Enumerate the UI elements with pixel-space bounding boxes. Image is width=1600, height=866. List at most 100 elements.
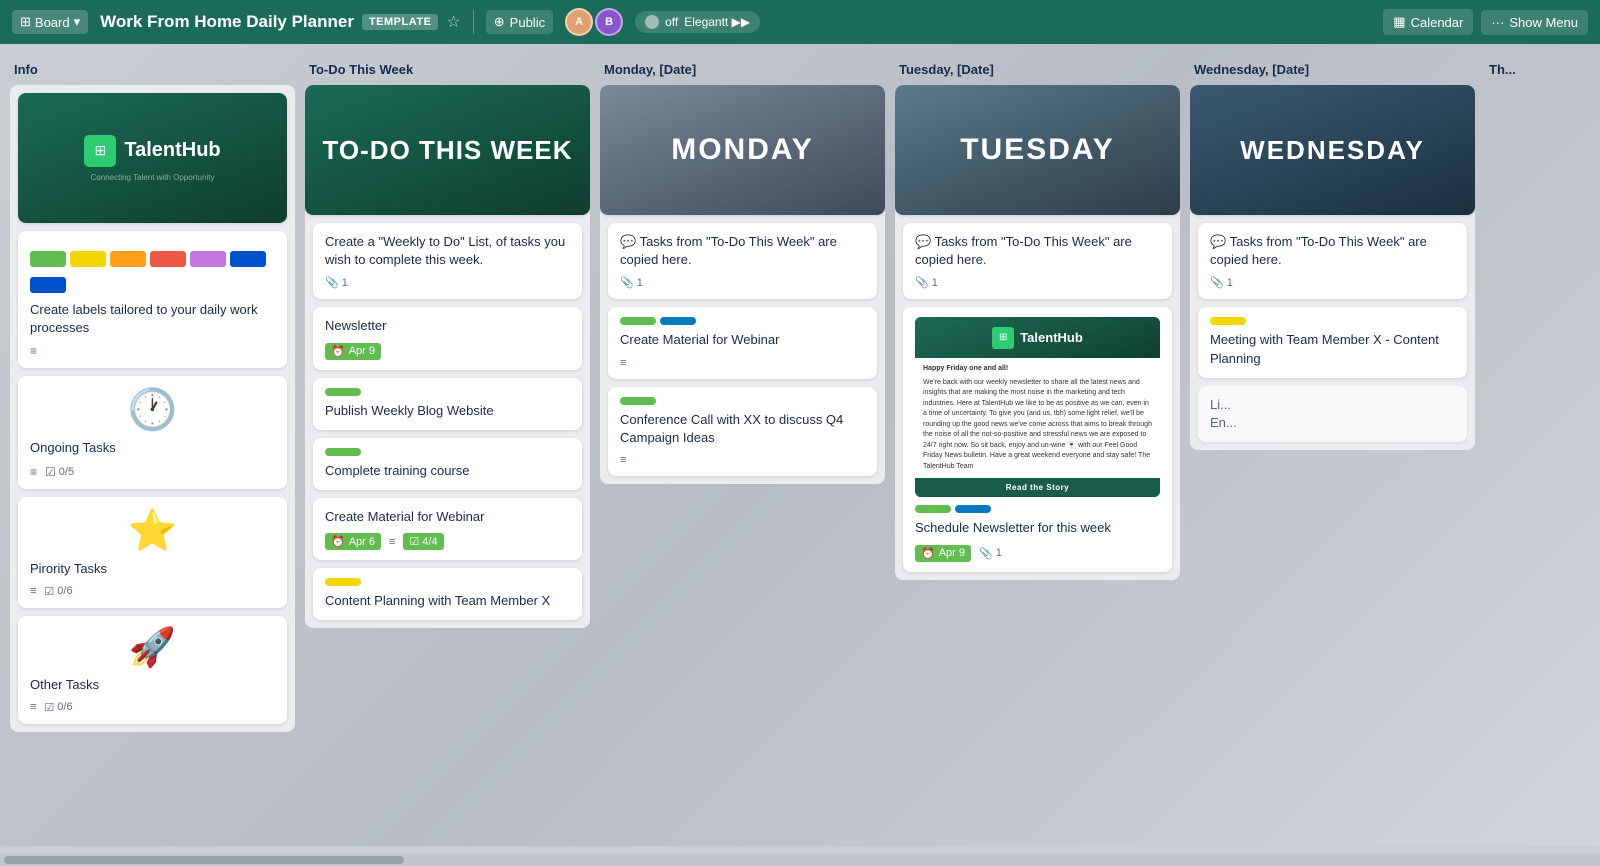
topnav-right: ▦ Calendar ··· Show Menu — [1383, 9, 1588, 35]
training-title: Complete training course — [325, 462, 570, 480]
ongoing-checklist-val: 0/5 — [59, 466, 74, 478]
ongoing-check-icon: ☑ 0/5 — [45, 465, 74, 479]
swatch-yellow — [70, 251, 106, 267]
card-conference-monday[interactable]: Conference Call with XX to discuss Q4 Ca… — [608, 387, 877, 476]
banner-wednesday-text: WEDNESDAY — [1240, 135, 1425, 166]
card-todo-instructions[interactable]: Create a "Weekly to Do" List, of tasks y… — [313, 223, 582, 299]
column-tuesday-cards: 💬 Tasks from "To-Do This Week" are copie… — [895, 215, 1180, 580]
label-green-newsletter — [915, 505, 951, 513]
public-icon: ⊕ — [494, 14, 505, 30]
newsletter-tuesday-clip-val: 1 — [996, 547, 1002, 559]
monday-clip-val: 1 — [637, 277, 643, 289]
card-meeting-wednesday[interactable]: Meeting with Team Member X - Content Pla… — [1198, 307, 1467, 377]
newsletter-footer: Read the Story — [915, 478, 1160, 497]
card-tuesday-banner[interactable]: TUESDAY — [895, 85, 1180, 215]
card-content-planning-todo[interactable]: Content Planning with Team Member X — [313, 568, 582, 620]
card-ongoing-tasks[interactable]: 🕐 Ongoing Tasks ≡ ☑ 0/5 — [18, 376, 287, 488]
card-wednesday-tasks-copied[interactable]: 💬 Tasks from "To-Do This Week" are copie… — [1198, 223, 1467, 299]
webinar-monday-labels — [620, 317, 865, 325]
newsletter-logo-text: TalentHub — [1020, 330, 1083, 345]
monday-copied-title: 💬 Tasks from "To-Do This Week" are copie… — [620, 233, 865, 269]
label-green-training — [325, 448, 361, 456]
toggle-dot — [645, 15, 659, 29]
calendar-button[interactable]: ▦ Calendar — [1383, 9, 1473, 35]
check-icon: ☑ — [409, 535, 419, 548]
card-wednesday-banner[interactable]: WEDNESDAY — [1190, 85, 1475, 215]
webinar-monday-list: ≡ — [620, 357, 626, 369]
other-icon: 🚀 — [30, 626, 275, 670]
show-menu-button[interactable]: ··· Show Menu — [1481, 10, 1588, 35]
card-other-tasks[interactable]: 🚀 Other Tasks ≡ ☑ 0/6 — [18, 616, 287, 724]
public-button[interactable]: ⊕ Public — [486, 10, 553, 34]
label-blue-newsletter — [955, 505, 991, 513]
webinar-check-val: 4/4 — [422, 536, 437, 548]
labels-meta-list: ≡ — [30, 344, 37, 358]
card-monday-tasks-copied[interactable]: 💬 Tasks from "To-Do This Week" are copie… — [608, 223, 877, 299]
divider — [473, 10, 474, 34]
scrollbar-thumb[interactable] — [4, 856, 404, 864]
column-tuesday-body: TUESDAY 💬 Tasks from "To-Do This Week" a… — [895, 85, 1180, 580]
card-priority-tasks[interactable]: ⭐ Pirority Tasks ≡ ☑ 0/6 — [18, 497, 287, 608]
newsletter-body: Happy Friday one and all! We're back wit… — [915, 358, 1160, 478]
color-swatches — [30, 251, 275, 267]
webinar-monday-meta: ≡ — [620, 357, 865, 369]
other-checklist-val: 0/6 — [57, 701, 72, 713]
other-check: ☑ 0/6 — [44, 701, 72, 714]
board-title: Work From Home Daily Planner — [100, 12, 354, 32]
webinar-date: ⏰ Apr 6 — [325, 533, 381, 550]
board-area: Info ⊞ TalentHub Connecting Talent with … — [0, 44, 1600, 846]
other-list-icon: ≡ — [30, 701, 36, 713]
card-monday-banner[interactable]: MONDAY — [600, 85, 885, 215]
priority-list-icon: ≡ — [30, 585, 36, 597]
list-icon: ≡ — [30, 344, 37, 358]
newsletter-date-val: Apr 9 — [349, 345, 375, 357]
content-planning-labels — [325, 578, 570, 586]
card-talenthub-logo[interactable]: ⊞ TalentHub Connecting Talent with Oppor… — [18, 93, 287, 223]
card-tuesday-tasks-copied[interactable]: 💬 Tasks from "To-Do This Week" are copie… — [903, 223, 1172, 299]
card-todo-banner[interactable]: TO-DO THIS WEEK — [305, 85, 590, 215]
webinar-date-val: Apr 6 — [349, 536, 375, 548]
todo-clip: 📎 1 — [325, 276, 348, 289]
webinar-todo-meta: ⏰ Apr 6 ≡ ☑ 4/4 — [325, 533, 570, 550]
board-button[interactable]: ⊞ Board ▾ — [12, 10, 88, 34]
show-menu-label: Show Menu — [1509, 15, 1578, 30]
column-wednesday-header: Wednesday, [Date] — [1190, 56, 1475, 85]
priority-checklist-val: 0/6 — [57, 585, 72, 597]
ongoing-list-icon: ≡ — [30, 465, 37, 479]
logo-tagline: Connecting Talent with Opportunity — [91, 173, 215, 182]
elegantt-toggle[interactable]: off Elegantt ▶▶ — [635, 11, 760, 33]
tuesday-copied-meta: 📎 1 — [915, 276, 1160, 289]
thursday-header-text: Th... — [1489, 62, 1516, 77]
toggle-brand: Elegantt ▶▶ — [684, 15, 750, 29]
training-labels — [325, 448, 570, 456]
card-training[interactable]: Complete training course — [313, 438, 582, 490]
swatch-red — [150, 251, 186, 267]
scrollbar[interactable] — [0, 854, 1600, 866]
card-newsletter-tuesday[interactable]: ⊞ TalentHub Happy Friday one and all! We… — [903, 307, 1172, 571]
topnav: ⊞ Board ▾ Work From Home Daily Planner T… — [0, 0, 1600, 44]
card-partial-wednesday[interactable]: Li...En... — [1198, 386, 1467, 442]
meeting-wednesday-title: Meeting with Team Member X - Content Pla… — [1210, 331, 1455, 367]
banner-monday-text: MONDAY — [671, 133, 814, 167]
newsletter-tuesday-meta: ⏰ Apr 9 📎 1 — [915, 545, 1160, 562]
newsletter-tuesday-clip: 📎 1 — [979, 547, 1002, 560]
card-webinar-monday[interactable]: Create Material for Webinar ≡ — [608, 307, 877, 378]
card-publish-blog[interactable]: Publish Weekly Blog Website — [313, 378, 582, 430]
monday-copied-meta: 📎 1 — [620, 276, 865, 289]
newsletter-header: ⊞ TalentHub — [915, 317, 1160, 358]
newsletter-tuesday-labels — [915, 505, 1160, 513]
wednesday-copied-title: 💬 Tasks from "To-Do This Week" are copie… — [1210, 233, 1455, 269]
star-icon[interactable]: ☆ — [446, 12, 460, 32]
board-icon: ⊞ — [20, 14, 31, 30]
card-labels[interactable]: Create labels tailored to your daily wor… — [18, 231, 287, 368]
swatch-blue — [230, 251, 266, 267]
card-webinar-todo[interactable]: Create Material for Webinar ⏰ Apr 6 ≡ ☑ … — [313, 498, 582, 560]
publish-blog-labels — [325, 388, 570, 396]
card-newsletter[interactable]: Newsletter ⏰ Apr 9 — [313, 307, 582, 369]
template-badge: TEMPLATE — [362, 14, 438, 30]
conference-monday-title: Conference Call with XX to discuss Q4 Ca… — [620, 411, 865, 447]
more-icon: ··· — [1491, 15, 1504, 30]
logo-text: TalentHub — [124, 139, 220, 162]
column-info-body: ⊞ TalentHub Connecting Talent with Oppor… — [10, 85, 295, 732]
clock-icon: ⏰ — [331, 345, 345, 358]
